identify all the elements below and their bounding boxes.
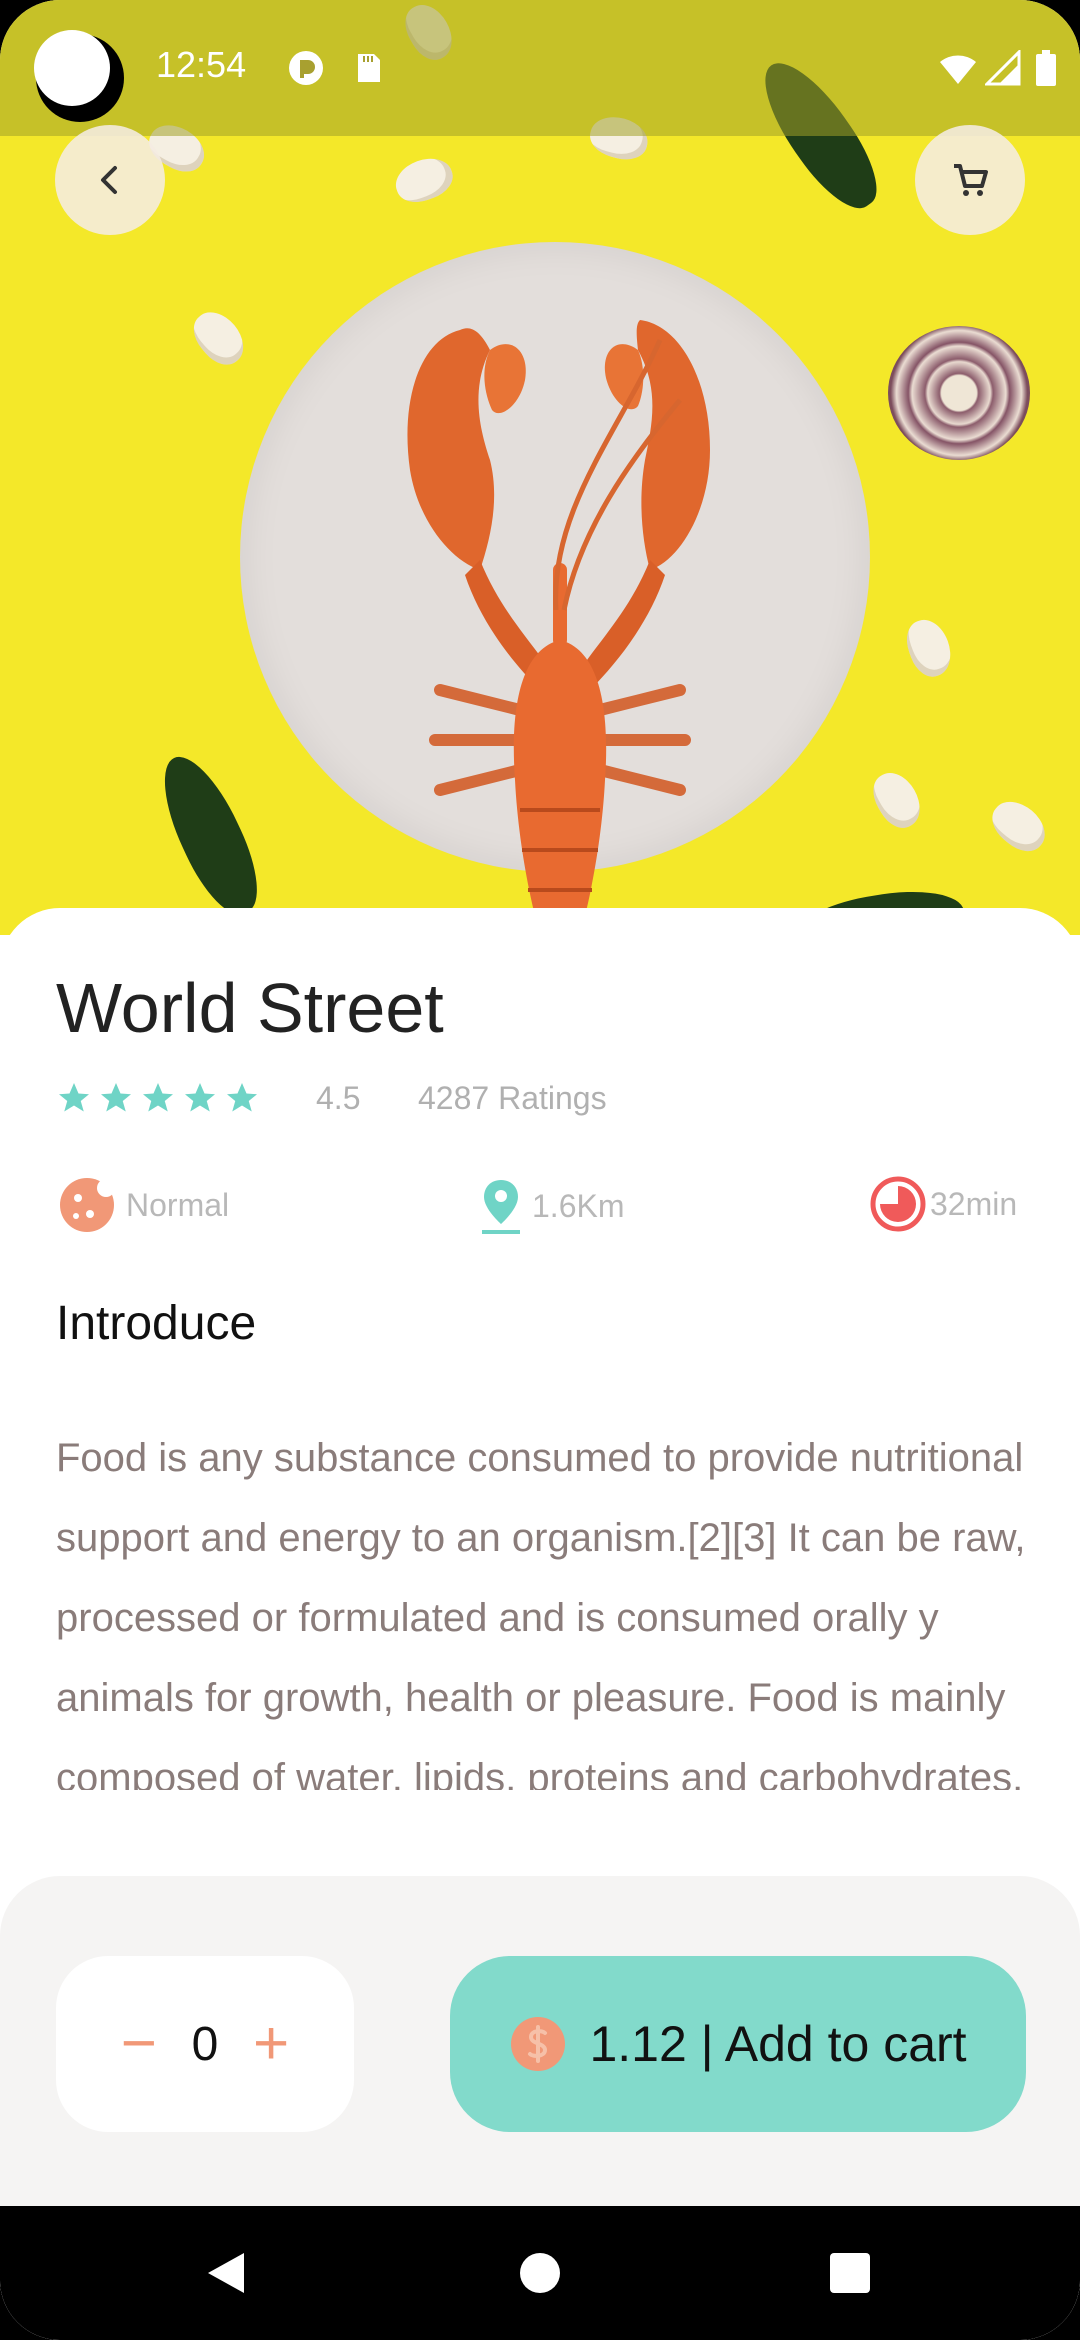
info-time: 32min — [870, 1176, 1017, 1232]
back-button[interactable] — [55, 125, 165, 235]
ratings-count: 4287 Ratings — [418, 1080, 607, 1116]
star-icon — [227, 1083, 257, 1112]
action-bar: − 0 + 1.12 | Add to cart — [0, 1876, 1080, 2206]
increase-button[interactable]: + — [253, 2013, 289, 2075]
decrease-button[interactable]: − — [121, 2013, 157, 2075]
location-pin-icon — [482, 1180, 520, 1234]
circle-home-icon — [520, 2253, 560, 2293]
info-difficulty: Normal — [58, 1176, 229, 1234]
app-indicator-icon — [34, 30, 124, 122]
garlic-decoration — [185, 302, 253, 374]
nav-recents-button[interactable] — [790, 2206, 910, 2340]
add-to-cart-label: 1.12 | Add to cart — [589, 2016, 967, 2072]
battery-icon — [1036, 50, 1056, 86]
sd-card-icon — [358, 54, 380, 82]
garlic-decoration — [389, 151, 459, 209]
pepper-decoration — [146, 745, 274, 925]
system-nav-bar — [0, 2206, 1080, 2340]
cart-icon — [954, 164, 988, 196]
info-distance-label: 1.6Km — [532, 1187, 625, 1224]
quantity-value: 0 — [191, 2017, 219, 2071]
hero-food-image — [0, 0, 1080, 935]
star-icon — [143, 1083, 173, 1112]
star-icon — [59, 1083, 89, 1112]
star-rating — [56, 1080, 260, 1116]
timer-icon — [870, 1176, 926, 1232]
cookie-icon — [60, 1178, 115, 1232]
add-to-cart-button[interactable]: 1.12 | Add to cart — [450, 1956, 1026, 2132]
status-time: 12:54 — [156, 44, 247, 85]
star-icon — [185, 1083, 215, 1112]
garlic-decoration — [865, 764, 929, 836]
coin-icon — [511, 2017, 566, 2071]
triangle-back-icon — [208, 2253, 244, 2293]
cart-button[interactable] — [915, 125, 1025, 235]
star-icon — [101, 1083, 131, 1112]
square-recents-icon — [830, 2253, 870, 2293]
lobster-illustration — [407, 320, 710, 935]
garlic-decoration — [900, 613, 958, 683]
quantity-stepper: − 0 + — [56, 1956, 354, 2132]
wifi-icon — [940, 55, 976, 84]
chevron-left-icon — [101, 166, 117, 194]
info-difficulty-label: Normal — [126, 1186, 230, 1223]
restaurant-name: World Street — [56, 969, 444, 1047]
rating-value: 4.5 — [316, 1080, 361, 1116]
garlic-decoration — [983, 792, 1055, 860]
status-bar: 12:54 — [0, 0, 1080, 136]
info-time-label: 32min — [930, 1185, 1018, 1222]
description-text: Food is any substance consumed to provid… — [56, 1436, 1026, 1790]
nav-home-button[interactable] — [480, 2206, 600, 2340]
screen: 12:54 World Street 4.5 4287 Ratings Norm… — [0, 0, 1080, 2340]
onion-decoration — [888, 326, 1030, 460]
section-title: Introduce — [56, 1297, 257, 1350]
nav-back-button[interactable] — [166, 2206, 286, 2340]
info-distance: 1.6Km — [480, 1176, 624, 1236]
signal-icon — [985, 50, 1021, 86]
notification-icon — [289, 51, 323, 85]
